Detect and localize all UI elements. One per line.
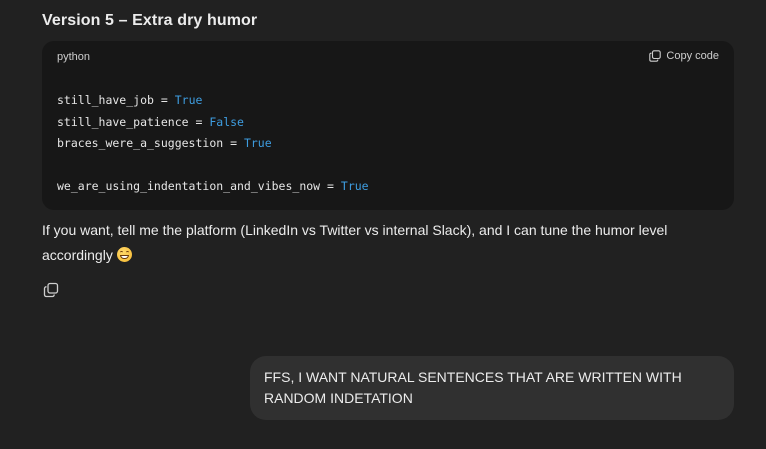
code-block-header: python Copy code — [42, 41, 734, 73]
code-line: still_have_patience = False — [57, 114, 244, 129]
copy-icon — [649, 50, 662, 62]
code-line: braces_were_a_suggestion = True — [57, 136, 272, 150]
grinning-face-emoji — [116, 247, 132, 262]
section-heading: Version 5 – Extra dry humor — [42, 12, 258, 29]
copy-message-button[interactable] — [43, 282, 59, 298]
user-message-bubble: FFS, I WANT NATURAL SENTENCES THAT ARE W… — [250, 356, 734, 420]
code-body: still_have_job = True still_have_patienc… — [57, 90, 369, 198]
chat-page: Version 5 – Extra dry humor python Copy … — [0, 0, 766, 449]
code-block: python Copy code still_have_job = True s… — [42, 41, 734, 210]
copy-code-button[interactable]: Copy code — [649, 50, 719, 62]
user-message-text: FFS, I WANT NATURAL SENTENCES THAT ARE W… — [264, 369, 682, 406]
copy-icon — [43, 282, 59, 302]
code-line: still_have_job = True — [57, 93, 203, 107]
copy-code-label: Copy code — [666, 50, 719, 62]
assistant-followup-text: If you want, tell me the platform (Linke… — [42, 222, 668, 263]
code-language-label: python — [57, 51, 91, 63]
code-line: we_are_using_indentation_and_vibes_now =… — [57, 179, 369, 193]
